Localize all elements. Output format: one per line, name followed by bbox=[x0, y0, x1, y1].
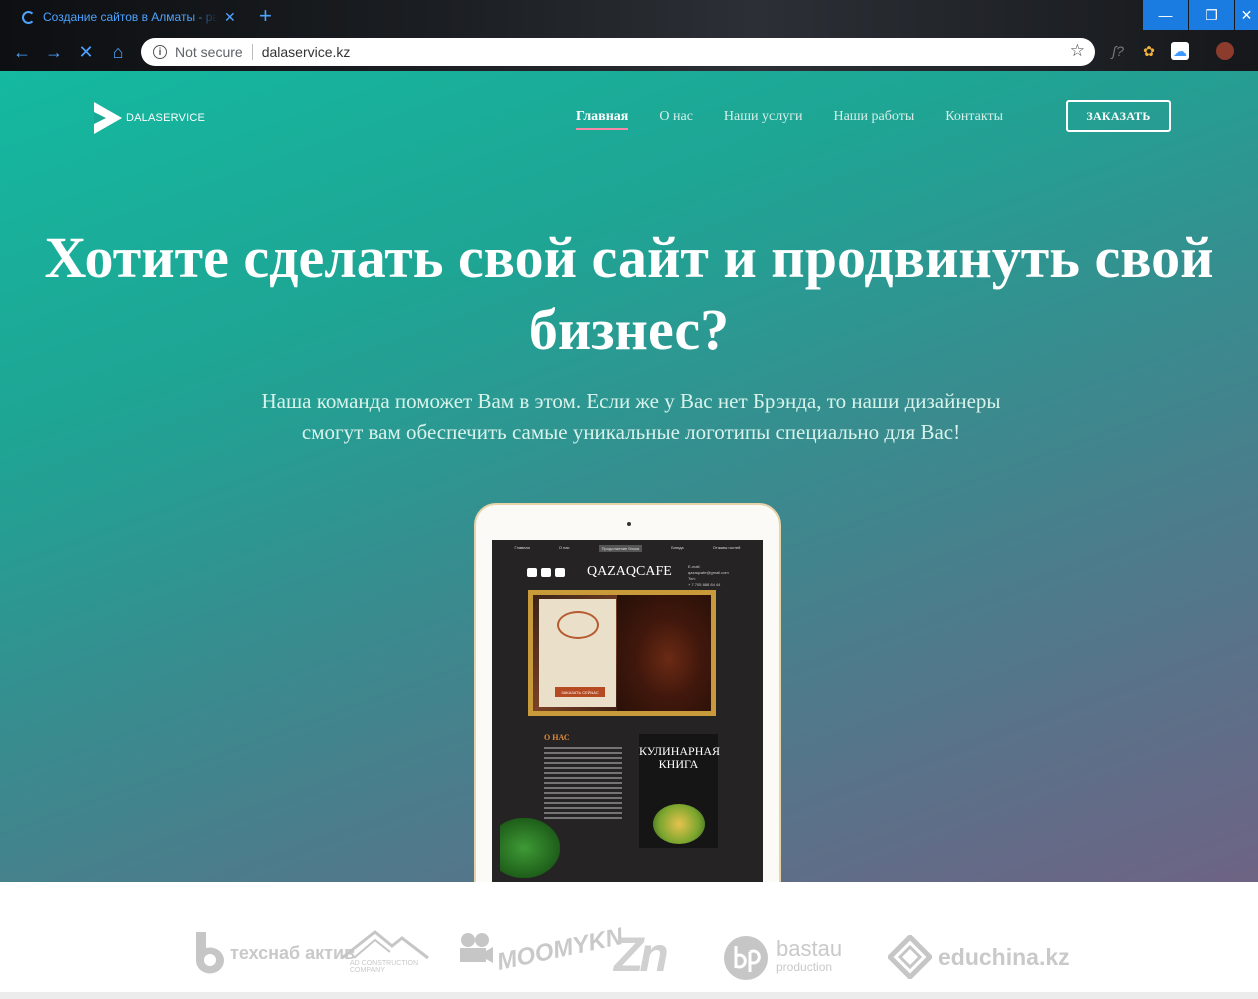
security-label: Not secure bbox=[175, 44, 243, 60]
subtitle-line-2: смогут вам обеспечить самые уникальные л… bbox=[301, 420, 961, 444]
instagram-icon bbox=[527, 567, 537, 577]
camera-icon bbox=[460, 933, 493, 963]
partner-name: educhina.kz bbox=[938, 943, 1070, 970]
mockup-leaf-image bbox=[500, 818, 560, 878]
nav-works[interactable]: Наши работы bbox=[833, 109, 914, 130]
headline-line-2: бизнес? bbox=[528, 297, 730, 362]
mockup-plate-image bbox=[653, 804, 705, 844]
partner-logo-educhina: educhina.kz bbox=[888, 935, 1070, 979]
hero-headline: Хотите сделать свой сайт и продвинуть св… bbox=[0, 222, 1258, 366]
mockup-hero-frame: ЗАКАЗАТЬ СЕЙЧАС bbox=[528, 590, 716, 716]
partner-logo-moomykn: MOOMYKN bbox=[458, 923, 625, 976]
mockup-cookbook: КУЛИНАРНАЯ КНИГА bbox=[639, 734, 721, 848]
partner-name: Zn bbox=[614, 929, 669, 982]
main-nav: Главная О нас Наши услуги Наши работы Ко… bbox=[576, 109, 1003, 130]
tablet-screen: Главная О нас Продолжение блока Блюда От… bbox=[492, 540, 763, 882]
partner-logo-bastau: bastau production bbox=[722, 934, 842, 982]
window-close-button[interactable]: ✕ bbox=[1235, 0, 1258, 30]
browser-tab[interactable]: Создание сайтов в Алматы - ра ✕ bbox=[0, 0, 248, 34]
facebook-icon bbox=[541, 567, 551, 577]
partner-name: техснаб актив bbox=[230, 942, 356, 963]
mockup-nav-item: Отзывы гостей bbox=[712, 545, 741, 550]
youtube-icon bbox=[555, 567, 565, 577]
diamond-icon bbox=[888, 935, 932, 979]
mockup-menu-card: ЗАКАЗАТЬ СЕЙЧАС bbox=[539, 599, 616, 707]
partner-logos: техснаб актив AD CONSTRUCTION COMPANY MO… bbox=[0, 882, 1258, 999]
mockup-about-title: О НАС bbox=[544, 733, 570, 742]
partner-name: AD CONSTRUCTION COMPANY bbox=[350, 960, 419, 974]
site-logo[interactable]: DALASERVICE bbox=[92, 100, 205, 136]
mockup-nav-item: Продолжение блока bbox=[598, 545, 643, 552]
mockup-nav: Главная О нас Продолжение блока Блюда От… bbox=[492, 540, 763, 557]
address-separator bbox=[251, 44, 253, 60]
logo-text: DALASERVICE bbox=[126, 112, 206, 124]
partner-name: bastau bbox=[776, 936, 843, 961]
horizontal-scrollbar[interactable] bbox=[0, 992, 1258, 999]
tab-close-icon[interactable]: ✕ bbox=[224, 9, 236, 26]
info-icon[interactable]: i bbox=[153, 45, 167, 59]
tablet-camera bbox=[627, 522, 631, 526]
extension-formula-icon[interactable]: ʃ? bbox=[1109, 42, 1127, 60]
partner-logo-zn: Zn bbox=[614, 928, 669, 983]
partner-logo-ad-construction: AD CONSTRUCTION COMPANY bbox=[340, 928, 430, 974]
partner-logo-technsnab: техснаб актив bbox=[192, 932, 355, 974]
mockup-brand: QAZAQCAFE bbox=[527, 564, 672, 580]
extension-cloud-icon[interactable]: ☁ bbox=[1171, 42, 1189, 60]
nav-services[interactable]: Наши услуги bbox=[724, 109, 803, 130]
forward-arrow-icon[interactable]: → bbox=[43, 41, 65, 63]
mockup-brand-name: QAZAQCAFE bbox=[587, 564, 672, 579]
extension-paw-icon[interactable]: ✿ bbox=[1140, 42, 1158, 60]
browser-chrome: Создание сайтов в Алматы - ра ✕ + — ❐ ✕ … bbox=[0, 0, 1258, 71]
book-title-line-1: КУЛИНАРНАЯ bbox=[639, 744, 721, 758]
mockup-food-photo bbox=[617, 595, 711, 711]
headline-line-1: Хотите сделать свой сайт и продвинуть св… bbox=[44, 225, 1214, 290]
profile-avatar[interactable] bbox=[1216, 42, 1234, 60]
hero-subtitle: Наша команда поможет Вам в этом. Если же… bbox=[0, 386, 1258, 448]
b-mark-icon bbox=[195, 932, 224, 974]
nav-contacts[interactable]: Контакты bbox=[945, 109, 1003, 130]
partner-name: MOOMYKN bbox=[494, 922, 626, 977]
tablet-mockup: Главная О нас Продолжение блока Блюда От… bbox=[474, 503, 781, 882]
subtitle-line-1: Наша команда поможет Вам в этом. Если же… bbox=[261, 389, 1001, 413]
mockup-emblem-icon bbox=[556, 611, 599, 639]
book-title-line-2: КНИГА bbox=[658, 757, 699, 771]
mockup-phone: + 7 705 888 84 44 bbox=[688, 582, 721, 587]
logo-mark-icon bbox=[94, 102, 122, 134]
bp-circle-icon bbox=[724, 936, 768, 980]
nav-about[interactable]: О нас bbox=[659, 109, 693, 130]
mockup-nav-item: О нас bbox=[558, 545, 570, 550]
back-arrow-icon[interactable]: ← bbox=[11, 41, 33, 63]
mockup-about-text bbox=[544, 747, 622, 822]
mockup-nav-item: Блюда bbox=[671, 545, 684, 550]
tab-title: Создание сайтов в Алматы - ра bbox=[43, 10, 218, 24]
bookmark-star-icon[interactable]: ☆ bbox=[1070, 41, 1085, 61]
mockup-contact: E-mail: qazaqcafe@gmail.com Тел: + 7 705… bbox=[688, 564, 729, 588]
loading-spinner-icon bbox=[22, 10, 35, 24]
mockup-nav-item: Главная bbox=[514, 545, 530, 550]
nav-home[interactable]: Главная bbox=[576, 109, 629, 130]
mockup-book-title: КУЛИНАРНАЯ КНИГА bbox=[639, 744, 721, 771]
mockup-cta: ЗАКАЗАТЬ СЕЙЧАС bbox=[555, 687, 605, 697]
stop-loading-icon[interactable]: ✕ bbox=[75, 41, 97, 63]
order-button[interactable]: ЗАКАЗАТЬ bbox=[1066, 100, 1171, 132]
new-tab-button[interactable]: + bbox=[259, 5, 272, 27]
hero-section: DALASERVICE Главная О нас Наши услуги На… bbox=[0, 71, 1258, 882]
url-text[interactable]: dalaservice.kz bbox=[262, 44, 351, 60]
address-bar[interactable]: i Not secure dalaservice.kz ☆ bbox=[141, 38, 1095, 66]
home-icon[interactable]: ⌂ bbox=[107, 41, 129, 63]
mountain-icon bbox=[341, 930, 429, 960]
minimize-button[interactable]: — bbox=[1143, 0, 1188, 30]
maximize-button[interactable]: ❐ bbox=[1189, 0, 1234, 30]
